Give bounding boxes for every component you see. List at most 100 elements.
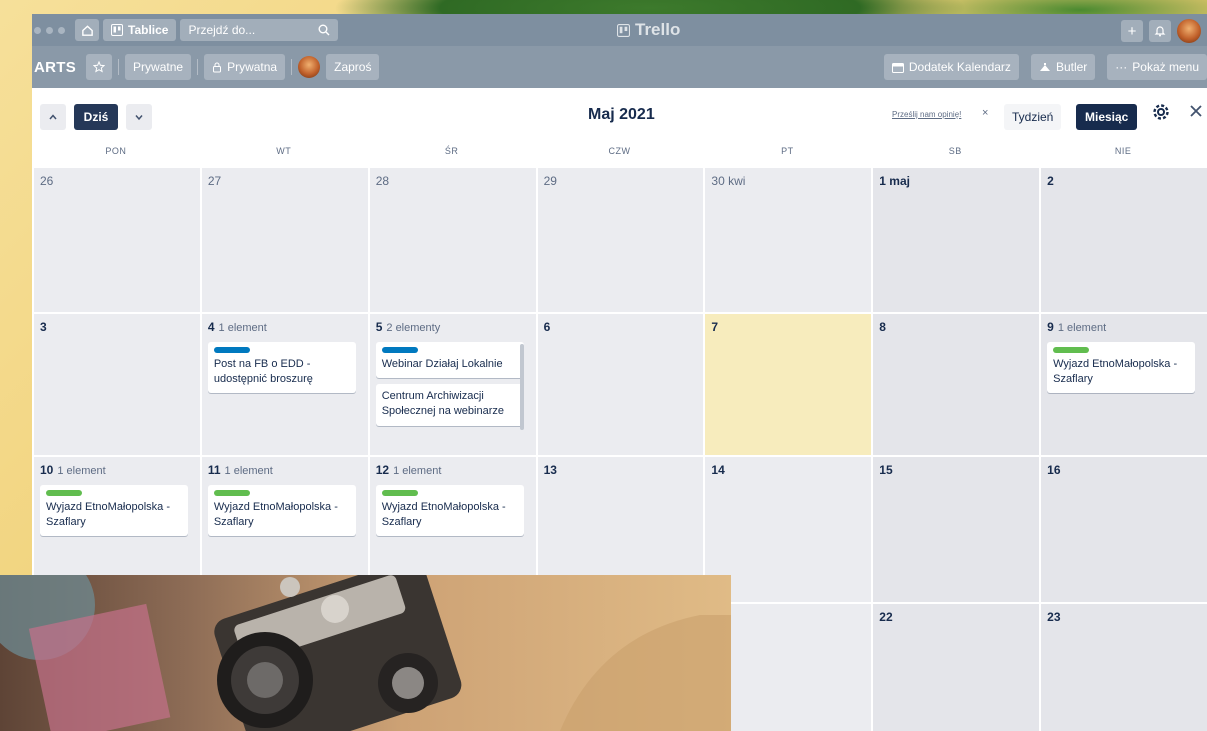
divider (118, 59, 120, 75)
day-header: 22 (879, 610, 1033, 624)
previous-button[interactable] (40, 104, 66, 130)
day-number: 2 (1047, 174, 1054, 188)
calendar-day-cell[interactable]: 91 element Wyjazd EtnoMałopolska - Szafla… (1041, 314, 1207, 455)
day-header: 6 (544, 320, 698, 334)
cell-scrollbar[interactable] (519, 344, 524, 430)
privacy-button[interactable]: Prywatna (204, 54, 286, 80)
calendar-card[interactable]: Wyjazd EtnoMałopolska - Szaflary (40, 485, 188, 537)
calendar-day-cell[interactable]: 3 (34, 314, 200, 455)
feedback-link[interactable]: Prześlij nam opinię! (892, 110, 961, 119)
gear-icon (1153, 104, 1169, 120)
home-button[interactable] (75, 19, 99, 41)
day-header: 7 (711, 320, 865, 334)
calendar-day-cell[interactable]: 1 maj (873, 168, 1040, 312)
element-count: 1 element (218, 322, 267, 334)
card-label-green (381, 490, 418, 496)
calendar-card[interactable]: Post na FB o EDD - udostępnić broszurę (207, 342, 356, 394)
calendar-day-cell[interactable]: 2 (1041, 168, 1207, 312)
day-header: 2 (1047, 174, 1201, 188)
calendar-day-cell[interactable]: 30 kwi (705, 168, 872, 312)
day-number: 4 (207, 320, 215, 334)
camera-photo (0, 575, 731, 731)
window-controls (34, 26, 65, 34)
calendar-day-cell[interactable]: 29 (537, 168, 704, 312)
month-view-button[interactable]: Miesiąc (1076, 104, 1138, 130)
day-number: 30 kwi (711, 174, 746, 188)
boards-button[interactable]: Tablice (103, 19, 177, 41)
calendar-day-cell[interactable]: 8 (873, 314, 1040, 455)
calendar-day-cell[interactable]: 52 elementy Webinar Działaj Lokalnie Centr… (369, 314, 536, 455)
butler-button[interactable]: Butler (1030, 54, 1096, 80)
weekday-label: CZW (608, 146, 631, 156)
day-header: 16 (1047, 463, 1201, 477)
invite-label: Zaproś (334, 60, 372, 74)
star-button[interactable] (86, 54, 113, 80)
day-header: 52 elementy (376, 320, 530, 334)
calendar-card[interactable]: Centrum Archiwizacji Społecznej na webin… (375, 384, 524, 426)
day-number: 3 (40, 320, 47, 334)
weekday-label: NIE (1114, 146, 1132, 156)
day-header: 23 (1047, 610, 1201, 624)
calendar-day-cell[interactable]: 27 (201, 168, 368, 312)
settings-button[interactable] (1152, 103, 1170, 126)
privacy-label: Prywatna (227, 60, 278, 74)
close-icon[interactable]: × (982, 107, 988, 119)
calendar-day-cell[interactable]: 7 (705, 314, 872, 455)
day-header: 41 element (208, 320, 362, 334)
day-number: 12 (375, 463, 390, 477)
day-number: 16 (1047, 463, 1061, 477)
close-icon (1190, 105, 1202, 117)
search-icon (318, 24, 330, 36)
search-input[interactable]: Przejdź do... (180, 19, 339, 41)
calendar-addon-button[interactable]: Dodatek Kalendarz (883, 54, 1019, 80)
show-menu-button[interactable]: ··· Pokaż menu (1107, 54, 1207, 80)
calendar-addon-label: Dodatek Kalendarz (908, 60, 1011, 74)
show-menu-label: Pokaż menu (1132, 60, 1199, 74)
notifications-button[interactable] (1149, 20, 1171, 42)
window-minimize-dot[interactable] (46, 26, 53, 34)
day-header: 27 (208, 174, 362, 188)
calendar-day-cell[interactable]: 41 element Post na FB o EDD - udostępnić … (201, 314, 368, 455)
calendar-day-cell[interactable]: 23 (1041, 604, 1207, 731)
week-view-button[interactable]: Tydzień (1004, 104, 1062, 130)
boards-label: Tablice (128, 23, 169, 37)
today-button[interactable]: Dziś (74, 104, 118, 130)
top-bar: Tablice Przejdź do... Trello + (32, 14, 1207, 46)
calendar-card[interactable]: Wyjazd EtnoMałopolska - Szaflary (207, 485, 356, 537)
calendar-day-cell[interactable]: 15 (873, 457, 1040, 602)
weekday-label: ŚR (444, 146, 459, 156)
invite-button[interactable]: Zaproś (326, 54, 380, 80)
next-button[interactable] (126, 104, 152, 130)
card-label-blue (213, 347, 250, 353)
calendar-day-cell[interactable]: 6 (537, 314, 704, 455)
window-zoom-dot[interactable] (58, 26, 65, 34)
calendar-day-cell[interactable]: 26 (34, 168, 200, 312)
visibility-label: Prywatne (133, 60, 184, 74)
butler-icon (1039, 63, 1050, 71)
calendar-header: Dziś Maj 2021 Prześlij nam opinię! × Tyd… (32, 88, 1207, 140)
user-avatar[interactable] (1177, 19, 1201, 43)
window-close-dot[interactable] (34, 26, 41, 34)
workspace-visibility-button[interactable]: Prywatne (125, 54, 192, 80)
day-number: 23 (1047, 610, 1061, 624)
create-button[interactable]: + (1121, 20, 1143, 42)
member-avatar[interactable] (298, 56, 321, 78)
day-header: 30 kwi (711, 174, 865, 188)
trello-logo[interactable]: Trello (617, 20, 680, 40)
close-calendar-button[interactable] (1188, 103, 1204, 124)
calendar-icon (891, 62, 904, 73)
calendar-card[interactable]: Webinar Działaj Lokalnie (375, 342, 524, 379)
day-header: 10 1 element (40, 463, 194, 477)
card-title: Wyjazd EtnoMałopolska - Szaflary (1053, 358, 1178, 386)
day-number: 27 (207, 174, 222, 188)
calendar-card[interactable]: Wyjazd EtnoMałopolska - Szaflary (375, 485, 524, 537)
calendar-day-cell[interactable]: 22 (873, 604, 1040, 731)
calendar-card[interactable]: Wyjazd EtnoMałopolska - Szaflary (1047, 342, 1196, 394)
board-title[interactable]: ARTS (34, 59, 76, 76)
month-title: Maj 2021 (588, 106, 655, 123)
more-icon: ··· (1115, 60, 1128, 74)
calendar-day-cell[interactable]: 28 (369, 168, 536, 312)
today-label: Dziś (83, 110, 109, 124)
card-title: Post na FB o EDD - udostępnić broszurę (213, 358, 313, 386)
calendar-day-cell[interactable]: 16 (1041, 457, 1207, 602)
